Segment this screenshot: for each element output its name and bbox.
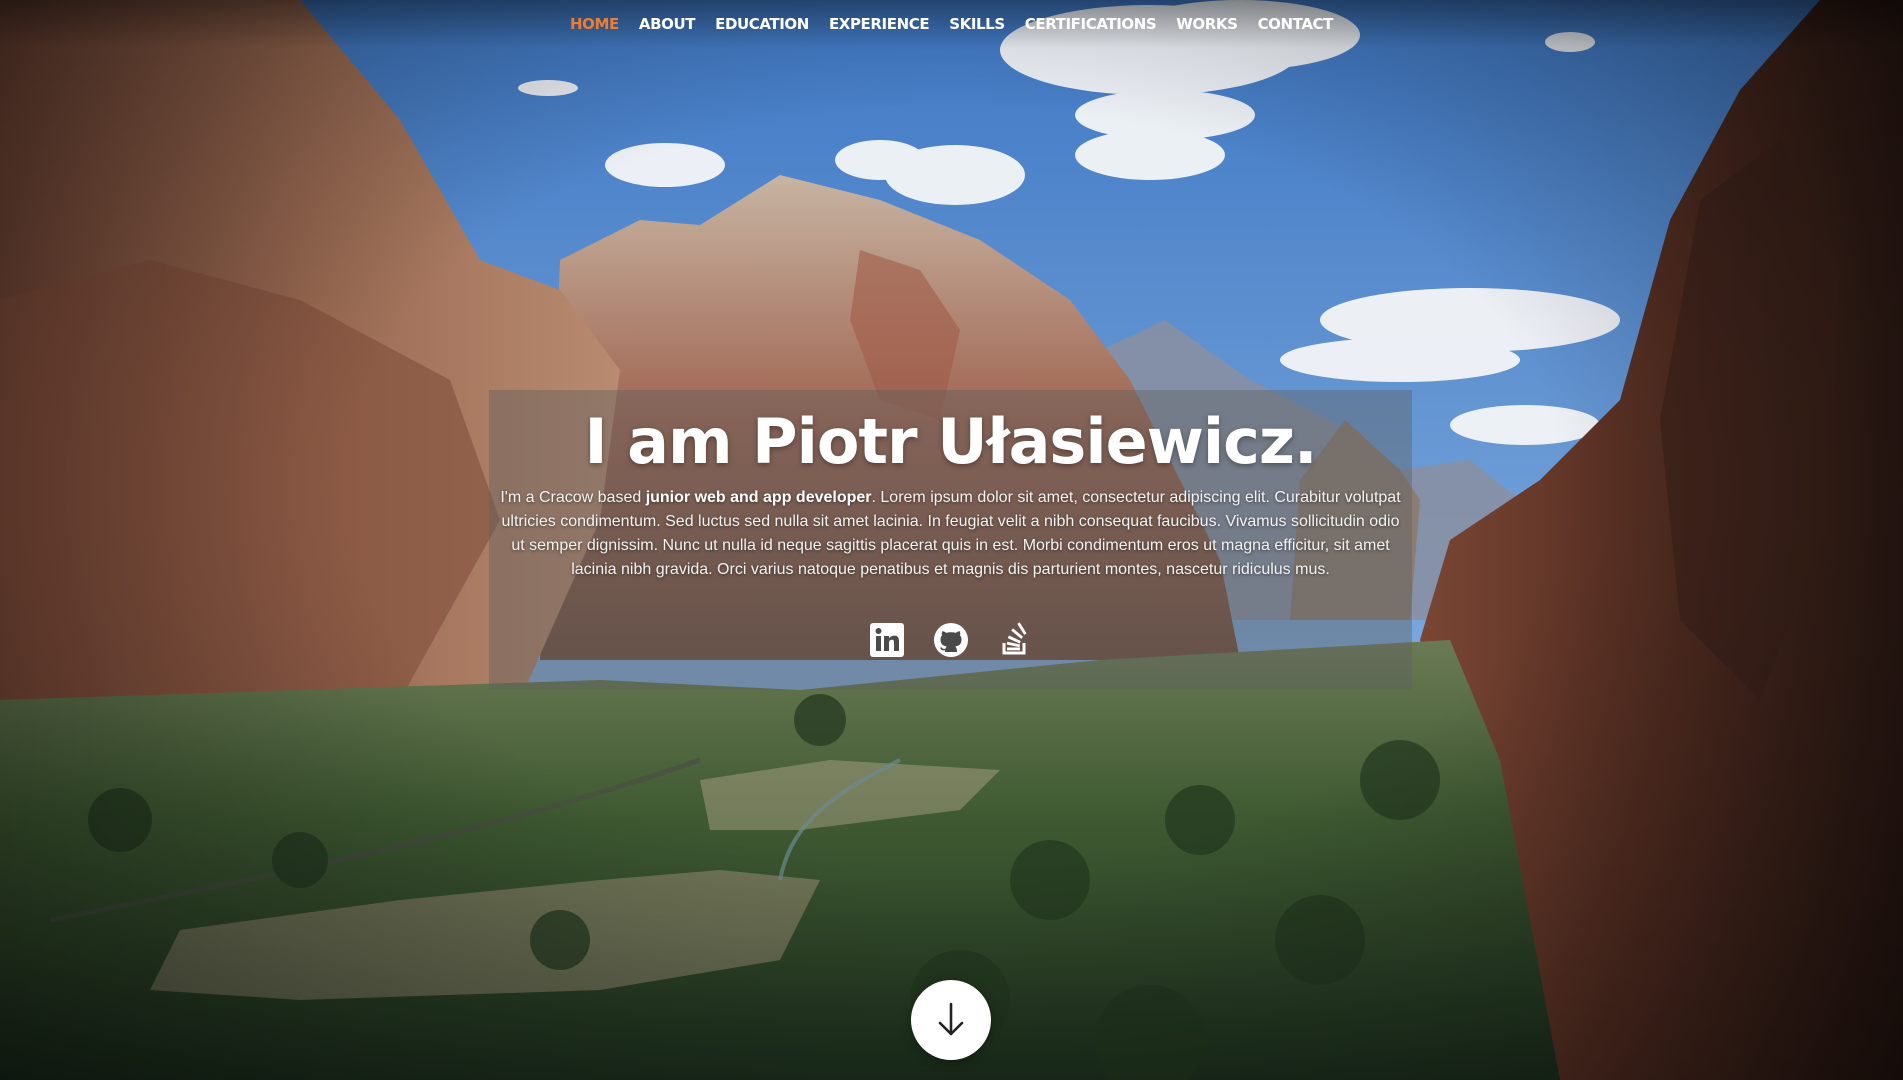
main-navigation: HOME ABOUT EDUCATION EXPERIENCE SKILLS C… — [0, 0, 1903, 48]
stackoverflow-link[interactable] — [996, 621, 1034, 659]
nav-item-experience: EXPERIENCE — [829, 11, 930, 37]
nav-item-about: ABOUT — [639, 11, 696, 37]
intro-banner: I am Piotr Ułasiewicz. I'm a Cracow base… — [489, 390, 1412, 690]
nav-link-home[interactable]: HOME — [570, 11, 619, 37]
github-icon — [933, 623, 968, 657]
intro-text-start: I'm a Cracow based — [500, 489, 646, 506]
nav-link-experience[interactable]: EXPERIENCE — [829, 11, 930, 37]
nav-link-certifications[interactable]: CERTIFICATIONS — [1025, 11, 1157, 37]
social-links — [499, 621, 1402, 659]
linkedin-icon — [869, 623, 904, 657]
nav-item-works: WORKS — [1176, 11, 1238, 37]
nav-item-home: HOME — [570, 11, 619, 37]
github-link[interactable] — [932, 621, 970, 659]
nav-item-skills: SKILLS — [949, 11, 1005, 37]
nav-item-certifications: CERTIFICATIONS — [1025, 11, 1157, 37]
stackoverflow-icon — [1002, 622, 1027, 655]
arrow-down-icon — [938, 1002, 964, 1036]
linkedin-link[interactable] — [868, 621, 906, 659]
nav-link-education[interactable]: EDUCATION — [715, 11, 809, 37]
nav-link-about[interactable]: ABOUT — [639, 11, 696, 37]
nav-menu: HOME ABOUT EDUCATION EXPERIENCE SKILLS C… — [570, 11, 1333, 37]
nav-link-contact[interactable]: CONTACT — [1258, 11, 1334, 37]
intro-headline: I am Piotr Ułasiewicz. — [584, 405, 1317, 478]
nav-link-works[interactable]: WORKS — [1176, 11, 1238, 37]
intro-role-highlight: junior web and app developer — [645, 489, 872, 506]
nav-link-skills[interactable]: SKILLS — [949, 11, 1005, 37]
nav-item-education: EDUCATION — [715, 11, 809, 37]
intro-description: I'm a Cracow based junior web and app de… — [499, 486, 1402, 582]
scroll-down-button[interactable] — [911, 980, 991, 1060]
nav-item-contact: CONTACT — [1258, 11, 1334, 37]
